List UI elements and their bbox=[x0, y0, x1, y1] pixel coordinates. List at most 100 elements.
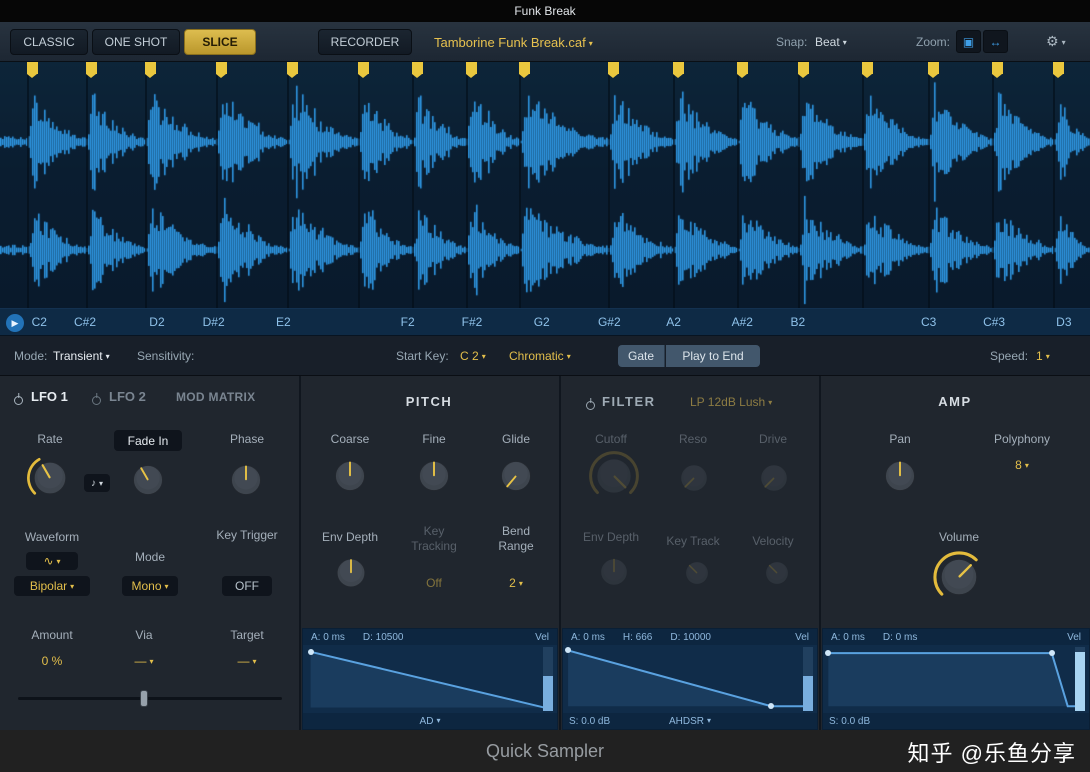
key-label[interactable]: G#2 bbox=[598, 315, 621, 329]
envelope-node[interactable] bbox=[1049, 650, 1055, 656]
sample-filename[interactable]: Tamborine Funk Break.caf▾ bbox=[434, 35, 593, 50]
slice-marker[interactable] bbox=[145, 62, 156, 74]
gate-button[interactable]: Gate bbox=[618, 345, 665, 367]
amp-envelope-display[interactable]: A: 0 ms D: 0 ms Vel S: 0.0 dB bbox=[822, 628, 1090, 730]
key-label[interactable]: D#2 bbox=[203, 315, 225, 329]
velocity-meter[interactable] bbox=[543, 647, 553, 711]
slice-marker[interactable] bbox=[928, 62, 939, 74]
drive-knob[interactable] bbox=[754, 458, 794, 498]
play-to-end-button[interactable]: Play to End bbox=[666, 345, 760, 367]
zoom-fit-button[interactable]: ↔ bbox=[983, 30, 1008, 53]
bend-range-select[interactable]: 2▾ bbox=[484, 576, 548, 591]
slice-marker[interactable] bbox=[1053, 62, 1064, 74]
settings-button[interactable]: ⚙▾ bbox=[1046, 33, 1066, 50]
pitch-env-depth-knob[interactable] bbox=[330, 552, 372, 594]
key-label[interactable]: A#2 bbox=[732, 315, 753, 329]
lfo-amount-slider-track[interactable] bbox=[18, 697, 282, 700]
key-label[interactable]: C#2 bbox=[74, 315, 96, 329]
envelope-mode-select[interactable]: AHDSR▾ bbox=[669, 716, 711, 727]
slice-marker[interactable] bbox=[466, 62, 477, 74]
lfo-amount-slider-handle[interactable] bbox=[140, 690, 148, 707]
key-label[interactable]: B2 bbox=[791, 315, 806, 329]
key-label[interactable]: A2 bbox=[666, 315, 681, 329]
envelope-node[interactable] bbox=[308, 649, 314, 655]
coarse-knob[interactable] bbox=[328, 454, 372, 498]
key-label[interactable]: C3 bbox=[921, 315, 936, 329]
lfo1-power-button[interactable] bbox=[14, 391, 23, 409]
velocity-meter[interactable] bbox=[803, 647, 813, 711]
tab-recorder[interactable]: RECORDER bbox=[318, 29, 412, 55]
key-label[interactable]: D2 bbox=[149, 315, 164, 329]
envelope-node[interactable] bbox=[565, 647, 571, 653]
velocity-meter[interactable] bbox=[1075, 647, 1085, 711]
filter-type-select[interactable]: LP 12dB Lush▾ bbox=[690, 395, 814, 409]
lfo-target-select[interactable]: —▾ bbox=[218, 654, 276, 669]
lfo-key-trigger-toggle[interactable]: OFF bbox=[222, 576, 272, 596]
amp-envelope-graph[interactable] bbox=[823, 645, 1089, 713]
lfo-sync-toggle[interactable]: ♪▾ bbox=[84, 474, 110, 492]
key-label[interactable]: F2 bbox=[401, 315, 415, 329]
reso-knob[interactable] bbox=[674, 458, 714, 498]
lfo-polarity-select[interactable]: Bipolar▾ bbox=[14, 576, 90, 596]
lfo-fade-mode-button[interactable]: Fade In bbox=[114, 430, 182, 451]
key-mapping-select[interactable]: Chromatic▾ bbox=[509, 349, 571, 363]
slice-marker[interactable] bbox=[216, 62, 227, 74]
volume-knob[interactable] bbox=[932, 550, 986, 604]
slice-marker[interactable] bbox=[737, 62, 748, 74]
waveform-display[interactable] bbox=[0, 62, 1090, 308]
envelope-node[interactable] bbox=[825, 650, 831, 656]
filter-envelope-graph[interactable] bbox=[563, 645, 817, 713]
fine-knob[interactable] bbox=[412, 454, 456, 498]
key-label[interactable]: C2 bbox=[32, 315, 47, 329]
pitch-envelope-display[interactable]: A: 0 ms D: 10500 Vel AD▾ bbox=[302, 628, 558, 730]
zoom-selection-button[interactable]: ▣ bbox=[956, 30, 981, 53]
key-label[interactable]: G2 bbox=[534, 315, 550, 329]
slice-marker[interactable] bbox=[519, 62, 530, 74]
tab-slice[interactable]: SLICE bbox=[184, 29, 256, 55]
slice-marker[interactable] bbox=[358, 62, 369, 74]
filter-power-button[interactable] bbox=[586, 396, 595, 414]
filter-envelope-display[interactable]: A: 0 ms H: 666 D: 10000 Vel S: 0.0 dB AH… bbox=[562, 628, 818, 730]
pitch-envelope-graph[interactable] bbox=[303, 645, 557, 713]
tab-classic[interactable]: CLASSIC bbox=[10, 29, 88, 55]
tab-lfo1[interactable]: LFO 1 bbox=[31, 389, 68, 404]
slice-marker[interactable] bbox=[412, 62, 423, 74]
filter-env-depth-knob[interactable] bbox=[594, 552, 634, 592]
slice-marker[interactable] bbox=[287, 62, 298, 74]
slice-marker[interactable] bbox=[862, 62, 873, 74]
tab-lfo2[interactable]: LFO 2 bbox=[109, 389, 146, 404]
slice-marker[interactable] bbox=[992, 62, 1003, 74]
speed-select[interactable]: 1▾ bbox=[1036, 349, 1050, 363]
envelope-mode-select[interactable]: AD▾ bbox=[420, 716, 441, 727]
lfo-mode-select[interactable]: Mono▾ bbox=[122, 576, 178, 596]
lfo-fade-knob[interactable] bbox=[126, 458, 170, 502]
lfo-via-select[interactable]: —▾ bbox=[122, 654, 166, 669]
lfo2-power-button[interactable] bbox=[92, 391, 101, 409]
glide-knob[interactable] bbox=[494, 454, 538, 498]
lfo-amount-value[interactable]: 0 % bbox=[24, 654, 80, 669]
slice-marker[interactable] bbox=[673, 62, 684, 74]
waveform-canvas[interactable] bbox=[0, 62, 1090, 308]
pan-knob[interactable] bbox=[878, 454, 922, 498]
slice-marker[interactable] bbox=[798, 62, 809, 74]
lfo-rate-knob[interactable] bbox=[26, 454, 74, 502]
lfo-waveform-select[interactable]: ∿▾ bbox=[26, 552, 78, 570]
slice-marker[interactable] bbox=[27, 62, 38, 74]
slice-marker[interactable] bbox=[86, 62, 97, 74]
key-label[interactable]: D3 bbox=[1056, 315, 1071, 329]
key-label[interactable]: E2 bbox=[276, 315, 291, 329]
lfo-phase-knob[interactable] bbox=[224, 458, 268, 502]
cutoff-knob[interactable] bbox=[588, 450, 640, 502]
slice-marker[interactable] bbox=[608, 62, 619, 74]
mode-select[interactable]: Transient▾ bbox=[53, 349, 110, 363]
key-label[interactable]: F#2 bbox=[462, 315, 483, 329]
filter-velocity-knob[interactable] bbox=[760, 556, 794, 590]
key-tracking-select[interactable]: Off bbox=[402, 576, 466, 591]
snap-select[interactable]: Beat▾ bbox=[815, 35, 847, 49]
tab-mod-matrix[interactable]: MOD MATRIX bbox=[176, 390, 255, 404]
keyboard-scroll-button[interactable]: ▶ bbox=[6, 314, 24, 332]
start-key-select[interactable]: C 2▾ bbox=[460, 349, 486, 363]
envelope-node[interactable] bbox=[768, 703, 774, 709]
tab-one-shot[interactable]: ONE SHOT bbox=[92, 29, 180, 55]
filter-key-track-knob[interactable] bbox=[680, 556, 714, 590]
